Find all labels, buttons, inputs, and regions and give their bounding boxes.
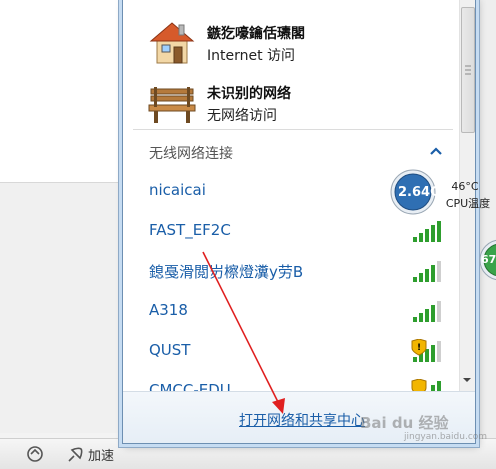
wifi-item[interactable]: 鎴戞滑閲岃檫燈瀵y劳B <box>123 253 443 289</box>
network-name: 鏃犵嚎鑰佸瓙閣 <box>207 26 305 42</box>
taskbar-accelerate-button[interactable]: 加速 <box>66 445 114 464</box>
wifi-ssid: 鎴戞滑閲岃檫燈瀵y劳B <box>149 263 304 281</box>
signal-strength-icon <box>413 221 441 242</box>
wifi-ssid: QUST <box>149 341 191 359</box>
watermark-url: jingyan.baidu.com <box>404 432 488 442</box>
wifi-item[interactable]: FAST_EF2C <box>123 213 443 249</box>
gpu-value: 67 <box>481 253 496 266</box>
wifi-ssid: nicaicai <box>149 181 206 199</box>
svg-text:!: ! <box>417 343 421 353</box>
bench-icon <box>148 87 196 123</box>
wifi-item[interactable]: CMCC-EDU <box>123 373 443 391</box>
signal-strength-icon <box>413 261 441 282</box>
network-unidentified[interactable]: 未识别的网络 无网络访问 <box>123 73 443 131</box>
secured-signal-icon <box>411 379 441 391</box>
background-window <box>0 0 131 183</box>
background-right <box>474 0 496 440</box>
cpu-usage: 2.64G <box>398 185 441 200</box>
taskbar-settings-icon[interactable] <box>26 445 48 463</box>
rocket-icon <box>68 447 83 462</box>
network-name: 未识别的网络 <box>207 86 291 102</box>
network-connected[interactable]: 鏃犵嚎鑰佸瓙閣 Internet 访问 <box>123 13 443 71</box>
wifi-item[interactable]: QUST ! <box>123 333 443 369</box>
wireless-section-title: 无线网络连接 <box>149 146 233 162</box>
network-flyout: 鏃犵嚎鑰佸瓙閣 Internet 访问 未识别的网络 无网络访问 无线网络连接 … <box>122 0 476 444</box>
cpu-temperature: 46°C <box>451 180 479 193</box>
network-status: 无网络访问 <box>207 108 277 124</box>
signal-strength-icon <box>413 301 441 322</box>
cpu-temp-label: CPU温度 <box>445 197 491 210</box>
scroll-down-arrow-icon[interactable] <box>460 373 474 387</box>
background-area <box>0 183 130 433</box>
network-status: Internet 访问 <box>207 48 296 64</box>
wifi-item[interactable]: A318 <box>123 293 443 329</box>
taskbar-item-label: 加速 <box>88 449 115 464</box>
open-network-center-link[interactable]: 打开网络和共享中心 <box>239 410 365 430</box>
section-divider <box>133 129 453 130</box>
chevron-up-icon[interactable] <box>427 143 445 159</box>
scrollbar-thumb[interactable] <box>461 7 475 133</box>
house-icon <box>149 22 195 64</box>
wifi-ssid: A318 <box>149 301 188 319</box>
wifi-ssid: CMCC-EDU <box>149 381 231 391</box>
baidu-watermark: Bai du 经验 <box>360 414 449 432</box>
wifi-ssid: FAST_EF2C <box>149 221 231 239</box>
secured-signal-icon: ! <box>411 339 441 362</box>
